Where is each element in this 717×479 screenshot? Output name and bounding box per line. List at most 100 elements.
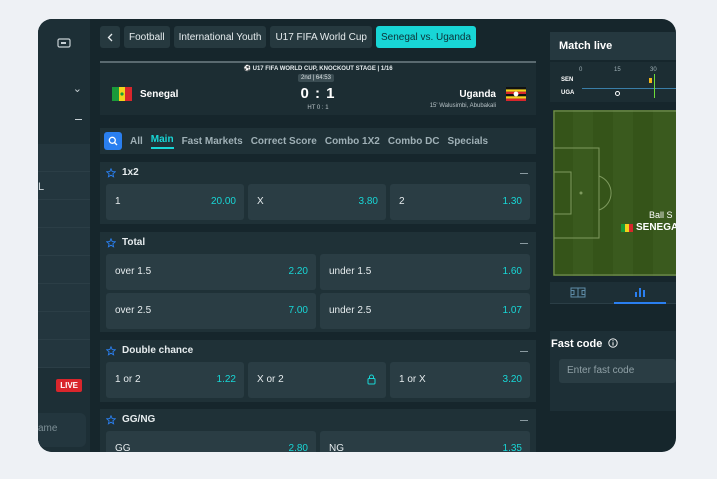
timeline-team-home: SEN <box>561 77 574 83</box>
sidebar: ⌄ L LIVE ame <box>38 19 90 452</box>
goal-scorers: 15' Walusimbi, Abubakali <box>429 103 496 109</box>
timeline-tick: 15 <box>614 67 621 73</box>
tab-combo-1x2[interactable]: Combo 1X2 <box>325 136 380 147</box>
sidebar-search-input[interactable]: ame <box>38 413 86 447</box>
odd-label: NG <box>329 443 344 452</box>
competition-name: ⚽ U17 FIFA WORLD CUP, KNOCKOUT STAGE | 1… <box>243 66 393 72</box>
match-live-title: Match live <box>550 32 676 60</box>
ticket-icon[interactable] <box>38 27 90 59</box>
odd-button[interactable]: under 1.5 1.60 <box>320 254 530 290</box>
sidebar-item[interactable] <box>38 312 90 340</box>
odd-button[interactable]: NG 1.35 <box>320 431 530 452</box>
sidebar-item[interactable] <box>38 228 90 256</box>
current-time-marker <box>654 74 655 98</box>
pitch-team-text: SENEGA <box>636 222 676 233</box>
odd-button[interactable]: over 1.5 2.20 <box>106 254 316 290</box>
star-icon[interactable] <box>106 167 116 178</box>
star-icon[interactable] <box>106 414 116 425</box>
collapse-icon[interactable] <box>520 420 528 421</box>
match-time: 2nd | 64:53 <box>298 74 334 82</box>
collapse-icon[interactable] <box>75 119 82 120</box>
away-team: Uganda <box>459 89 496 100</box>
star-icon[interactable] <box>106 345 116 356</box>
market-title: Total <box>122 237 146 248</box>
sidebar-item[interactable] <box>38 340 90 368</box>
odd-button[interactable]: over 2.5 7.00 <box>106 293 316 329</box>
live-pitch: Ball S SENEGA <box>553 110 676 276</box>
odd-value: 1.07 <box>502 305 522 316</box>
market-gg-ng: GG/NG GG 2.80 NG 1.35 <box>100 409 536 452</box>
odd-button[interactable]: 1 20.00 <box>106 184 244 220</box>
chevron-down-icon[interactable]: ⌄ <box>73 82 82 95</box>
search-button[interactable] <box>104 132 122 150</box>
timeline-tick: 0 <box>579 67 583 73</box>
uganda-flag-icon <box>506 87 526 101</box>
collapse-icon[interactable] <box>520 243 528 244</box>
main-content: Football International Youth U17 FIFA Wo… <box>100 19 538 452</box>
sidebar-item[interactable] <box>38 256 90 284</box>
odd-value: 20.00 <box>210 196 236 207</box>
collapse-icon[interactable] <box>520 351 528 352</box>
tab-main[interactable]: Main <box>150 134 174 149</box>
tab-correct-score[interactable]: Correct Score <box>251 136 317 147</box>
odd-label: over 2.5 <box>115 305 152 316</box>
breadcrumb-u17-world-cup[interactable]: U17 FIFA World Cup <box>270 26 372 48</box>
odd-button[interactable]: under 2.5 1.07 <box>320 293 530 329</box>
odd-label: 1 or X <box>399 374 426 385</box>
sidebar-item[interactable] <box>38 144 90 172</box>
tab-fast-markets[interactable]: Fast Markets <box>182 136 243 147</box>
timeline-team-away: UGA <box>561 90 575 96</box>
breadcrumb: Football International Youth U17 FIFA Wo… <box>100 26 477 48</box>
breadcrumb-international-youth[interactable]: International Youth <box>173 26 267 48</box>
tab-all[interactable]: All <box>130 136 143 147</box>
odd-label: 1 <box>115 196 121 207</box>
chevron-left-icon <box>107 33 113 41</box>
odd-value: 3.80 <box>358 196 378 207</box>
info-icon[interactable] <box>608 338 619 348</box>
odd-label: X or 2 <box>257 374 284 385</box>
senegal-flag-icon <box>621 224 633 232</box>
breadcrumb-match[interactable]: Senegal vs. Uganda <box>375 26 477 48</box>
tab-specials[interactable]: Specials <box>448 136 489 147</box>
fast-code-panel: Fast code Enter fast code <box>550 331 676 411</box>
scoreboard: ⚽ U17 FIFA WORLD CUP, KNOCKOUT STAGE | 1… <box>100 61 536 115</box>
odd-value: 1.30 <box>502 196 522 207</box>
sidebar-item[interactable]: L <box>38 172 90 200</box>
odd-value: 3.20 <box>502 374 522 385</box>
lock-icon <box>367 374 376 385</box>
odd-label: under 1.5 <box>329 266 372 277</box>
market-header[interactable]: Double chance <box>106 345 193 356</box>
market-title: 1x2 <box>122 167 139 178</box>
sidebar-item[interactable] <box>38 284 90 312</box>
back-button[interactable] <box>100 26 120 48</box>
odd-button[interactable]: 1 or X 3.20 <box>390 362 530 398</box>
fast-code-input[interactable]: Enter fast code <box>559 359 676 383</box>
market-title: Double chance <box>122 345 194 356</box>
search-icon <box>108 136 118 146</box>
sidebar-item[interactable] <box>38 200 90 228</box>
pitch-view-icon[interactable] <box>570 287 586 298</box>
match-live-panel: Match live 0 15 30 SEN UGA Ball S SENEGA <box>550 32 676 452</box>
odd-button[interactable]: 1 or 2 1.22 <box>106 362 244 398</box>
market-header[interactable]: 1x2 <box>106 167 139 178</box>
market-header[interactable]: GG/NG <box>106 414 155 425</box>
odd-label: over 1.5 <box>115 266 152 277</box>
market-1x2: 1x2 1 20.00 X 3.80 2 1.30 <box>100 162 536 224</box>
pitch-event-text: Ball S <box>649 210 673 220</box>
odd-value: 7.00 <box>288 305 308 316</box>
star-icon[interactable] <box>106 237 116 248</box>
odd-button[interactable]: 2 1.30 <box>390 184 530 220</box>
collapse-icon[interactable] <box>520 173 528 174</box>
stats-icon[interactable] <box>634 286 646 298</box>
match-timeline: 0 15 30 SEN UGA <box>550 62 676 102</box>
tab-combo-dc[interactable]: Combo DC <box>388 136 440 147</box>
breadcrumb-football[interactable]: Football <box>124 26 170 48</box>
odd-label: under 2.5 <box>329 305 372 316</box>
odd-button[interactable]: X 3.80 <box>248 184 386 220</box>
market-header[interactable]: Total <box>106 237 145 248</box>
live-badge[interactable]: LIVE <box>56 379 82 392</box>
market-title: GG/NG <box>122 414 156 425</box>
odd-label: 1 or 2 <box>115 374 141 385</box>
odd-value: 1.60 <box>502 266 522 277</box>
odd-button[interactable]: GG 2.80 <box>106 431 316 452</box>
